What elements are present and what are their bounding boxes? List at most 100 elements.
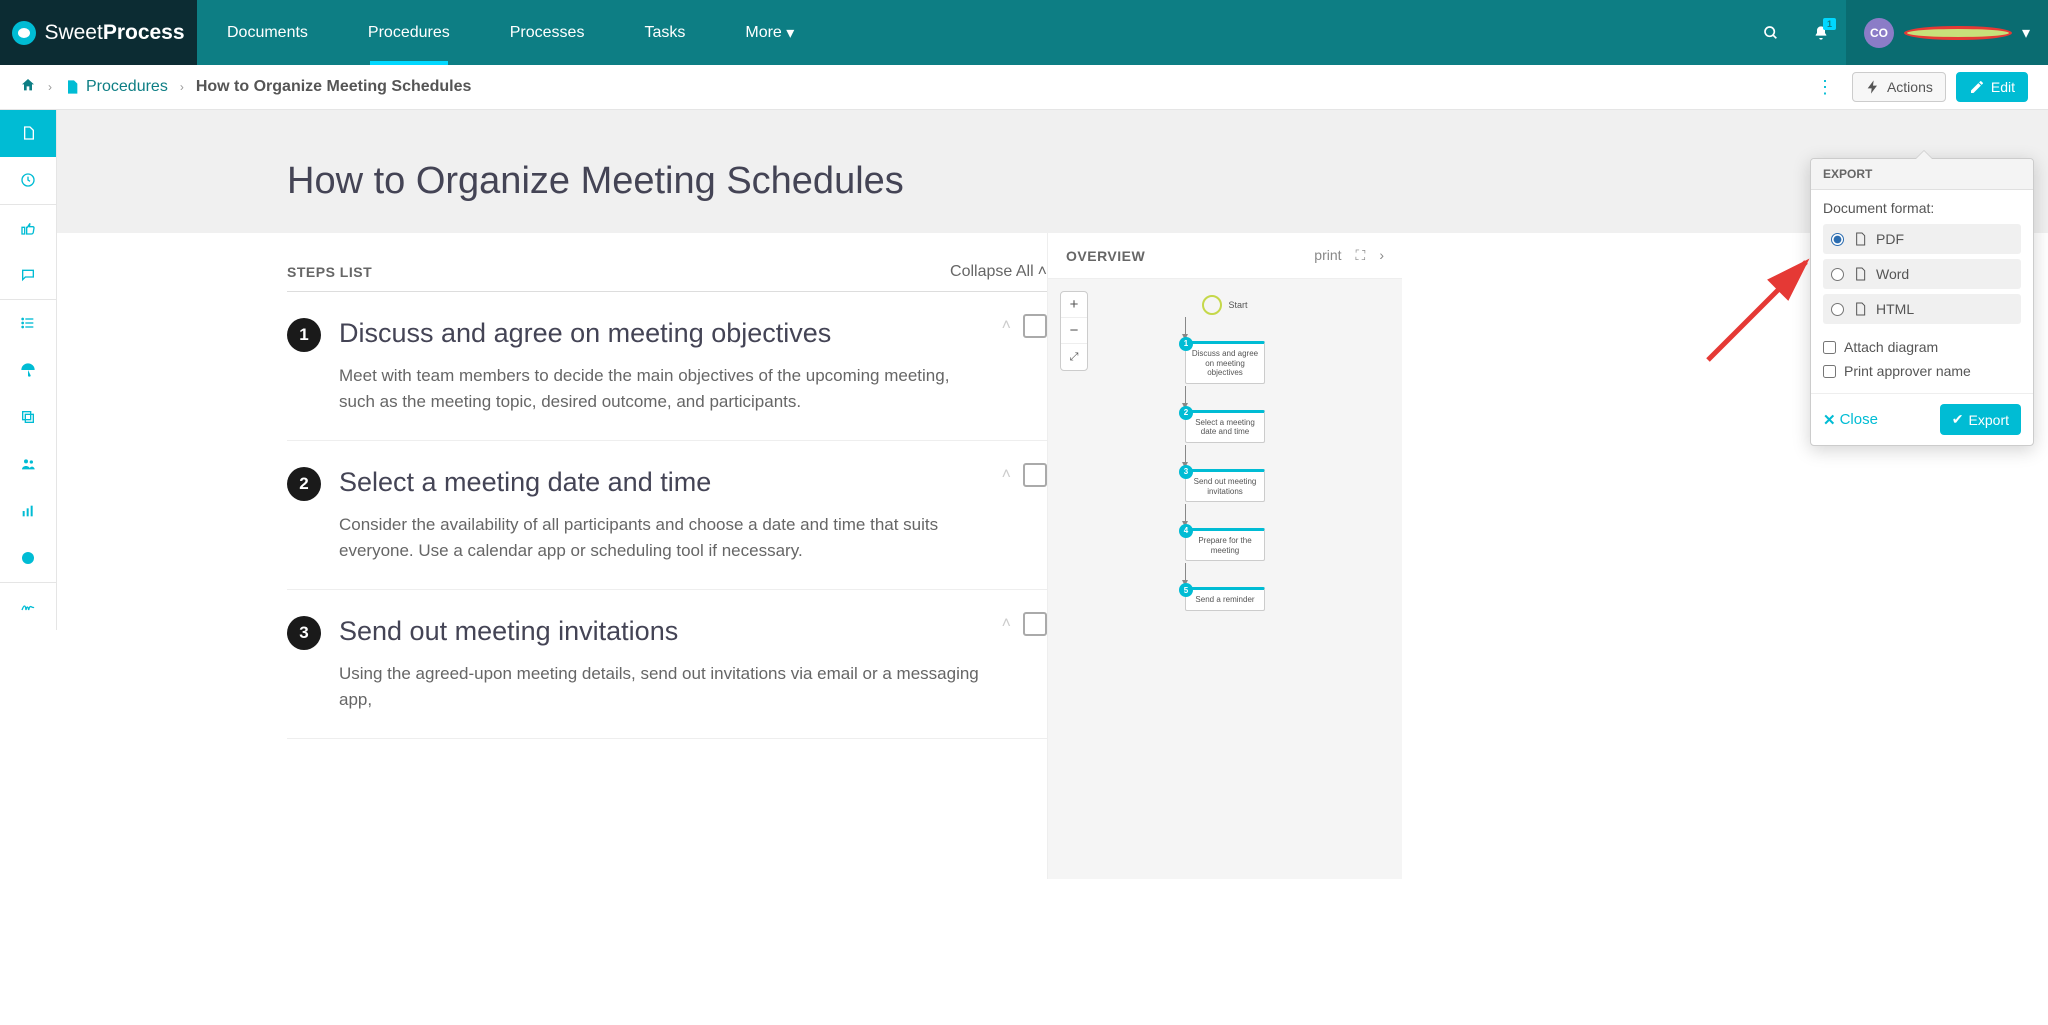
clock-icon	[20, 172, 36, 188]
signature-icon	[20, 598, 36, 614]
collapse-step-button[interactable]: ˄	[1002, 466, 1011, 484]
list-icon	[20, 315, 36, 331]
chevron-right-icon: ›	[48, 80, 52, 94]
rail-approve[interactable]	[0, 205, 56, 252]
step-title: Discuss and agree on meeting objectives	[339, 318, 1047, 349]
step-item: 3 Send out meeting invitations Using the…	[287, 590, 1047, 739]
flow-node[interactable]: 3Send out meeting invitations	[1185, 469, 1265, 502]
user-name-redacted	[1904, 26, 2012, 40]
rail-document[interactable]	[0, 110, 56, 157]
steps-column: STEPS LIST Collapse All ˄ 1 Discuss and …	[57, 233, 1047, 879]
nav-processes[interactable]: Processes	[480, 0, 615, 65]
home-icon	[20, 77, 36, 93]
word-radio[interactable]	[1831, 268, 1844, 281]
flow-node-number: 2	[1179, 406, 1193, 420]
chart-icon	[20, 503, 36, 519]
nav-documents[interactable]: Documents	[197, 0, 338, 65]
step-checkbox[interactable]	[1023, 314, 1047, 338]
step-number: 3	[287, 616, 321, 650]
step-checkbox[interactable]	[1023, 463, 1047, 487]
rail-copy[interactable]	[0, 394, 56, 441]
flow-node[interactable]: 4Prepare for the meeting	[1185, 528, 1265, 561]
flow-arrow-icon	[1185, 445, 1186, 467]
format-html-option[interactable]: HTML	[1823, 294, 2021, 324]
step-checkbox[interactable]	[1023, 612, 1047, 636]
flow-node[interactable]: 5Send a reminder	[1185, 587, 1265, 611]
rail-protect[interactable]	[0, 347, 56, 394]
collapse-step-button[interactable]: ˄	[1002, 317, 1011, 335]
rail-settings[interactable]	[0, 535, 56, 582]
rail-history[interactable]	[0, 157, 56, 204]
format-word-option[interactable]: Word	[1823, 259, 2021, 289]
search-button[interactable]	[1746, 0, 1796, 65]
attach-checkbox[interactable]	[1823, 341, 1836, 354]
bolt-icon	[1865, 79, 1881, 95]
procedures-link[interactable]: Procedures	[64, 78, 168, 96]
attach-diagram-option[interactable]: Attach diagram	[1823, 335, 2021, 359]
breadcrumb-current: How to Organize Meeting Schedules	[196, 78, 472, 96]
export-button[interactable]: ✔ Export	[1940, 404, 2021, 435]
print-button[interactable]: print	[1314, 247, 1341, 264]
step-item: 1 Discuss and agree on meeting objective…	[287, 292, 1047, 441]
step-description: Consider the availability of all partici…	[339, 512, 979, 563]
notif-badge: 1	[1823, 18, 1836, 30]
flow-node-number: 3	[1179, 465, 1193, 479]
approver-checkbox[interactable]	[1823, 365, 1836, 378]
flow-start-node[interactable]: Start	[1202, 295, 1247, 315]
chevron-up-icon: ˄	[1038, 263, 1047, 281]
notifications-button[interactable]: 1	[1796, 0, 1846, 65]
gear-icon	[20, 550, 36, 566]
html-radio[interactable]	[1831, 303, 1844, 316]
flow-node[interactable]: 1Discuss and agree on meeting objectives	[1185, 341, 1265, 384]
zoom-fit-button[interactable]: ⤢	[1061, 344, 1087, 370]
collapse-all-button[interactable]: Collapse All ˄	[950, 263, 1047, 281]
brand-logo[interactable]: SweetProcess	[0, 0, 197, 65]
overview-label: OVERVIEW	[1066, 248, 1145, 264]
chat-icon	[20, 267, 36, 283]
expand-icon[interactable]: ⛶	[1356, 247, 1366, 264]
overview-tools: print ⛶ ›	[1314, 247, 1384, 264]
nav-procedures[interactable]: Procedures	[338, 0, 480, 65]
export-title: EXPORT	[1811, 159, 2033, 190]
file-html-icon	[1852, 301, 1868, 317]
flow-node[interactable]: 2Select a meeting date and time	[1185, 410, 1265, 443]
zoom-controls: + − ⤢	[1060, 291, 1088, 371]
nav-tasks[interactable]: Tasks	[614, 0, 715, 65]
collapse-step-button[interactable]: ˄	[1002, 615, 1011, 633]
chevron-right-icon: ›	[180, 80, 184, 94]
rail-stats[interactable]	[0, 488, 56, 535]
breadcrumb-bar: › Procedures › How to Organize Meeting S…	[0, 65, 2048, 110]
top-navbar: SweetProcess Documents Procedures Proces…	[0, 0, 2048, 65]
steps-header: STEPS LIST Collapse All ˄	[287, 253, 1047, 292]
zoom-out-button[interactable]: −	[1061, 318, 1087, 344]
rail-tasks[interactable]	[0, 300, 56, 347]
actions-button[interactable]: Actions	[1852, 72, 1946, 102]
nav-more[interactable]: More ▾	[715, 0, 824, 65]
flow-node-number: 4	[1179, 524, 1193, 538]
export-popover: EXPORT Document format: PDF Word HTML At…	[1810, 158, 2034, 446]
pdf-radio[interactable]	[1831, 233, 1844, 246]
flow-arrow-icon	[1185, 386, 1186, 408]
flow-arrow-icon	[1185, 317, 1186, 339]
rail-team[interactable]	[0, 441, 56, 488]
more-options-button[interactable]: ⋮	[1808, 73, 1842, 102]
print-approver-option[interactable]: Print approver name	[1823, 359, 2021, 383]
step-description: Using the agreed-upon meeting details, s…	[339, 661, 979, 712]
chevron-right-icon[interactable]: ›	[1379, 247, 1384, 264]
start-circle-icon	[1202, 295, 1222, 315]
thumbs-up-icon	[20, 220, 36, 236]
search-icon	[1763, 25, 1779, 41]
close-button[interactable]: ✕ Close	[1823, 411, 1878, 429]
chevron-down-icon: ▾	[786, 23, 794, 43]
overview-header: OVERVIEW print ⛶ ›	[1048, 233, 1402, 279]
rail-comments[interactable]	[0, 252, 56, 299]
user-menu[interactable]: CO ▾	[1846, 0, 2048, 65]
hero: How to Organize Meeting Schedules Start	[57, 110, 2048, 233]
rail-sign[interactable]	[0, 583, 56, 630]
home-link[interactable]	[20, 77, 36, 98]
zoom-in-button[interactable]: +	[1061, 292, 1087, 318]
format-pdf-option[interactable]: PDF	[1823, 224, 2021, 254]
overview-column: OVERVIEW print ⛶ › + − ⤢ Start	[1047, 233, 1402, 879]
close-icon: ✕	[1823, 411, 1836, 429]
edit-button[interactable]: Edit	[1956, 72, 2028, 102]
